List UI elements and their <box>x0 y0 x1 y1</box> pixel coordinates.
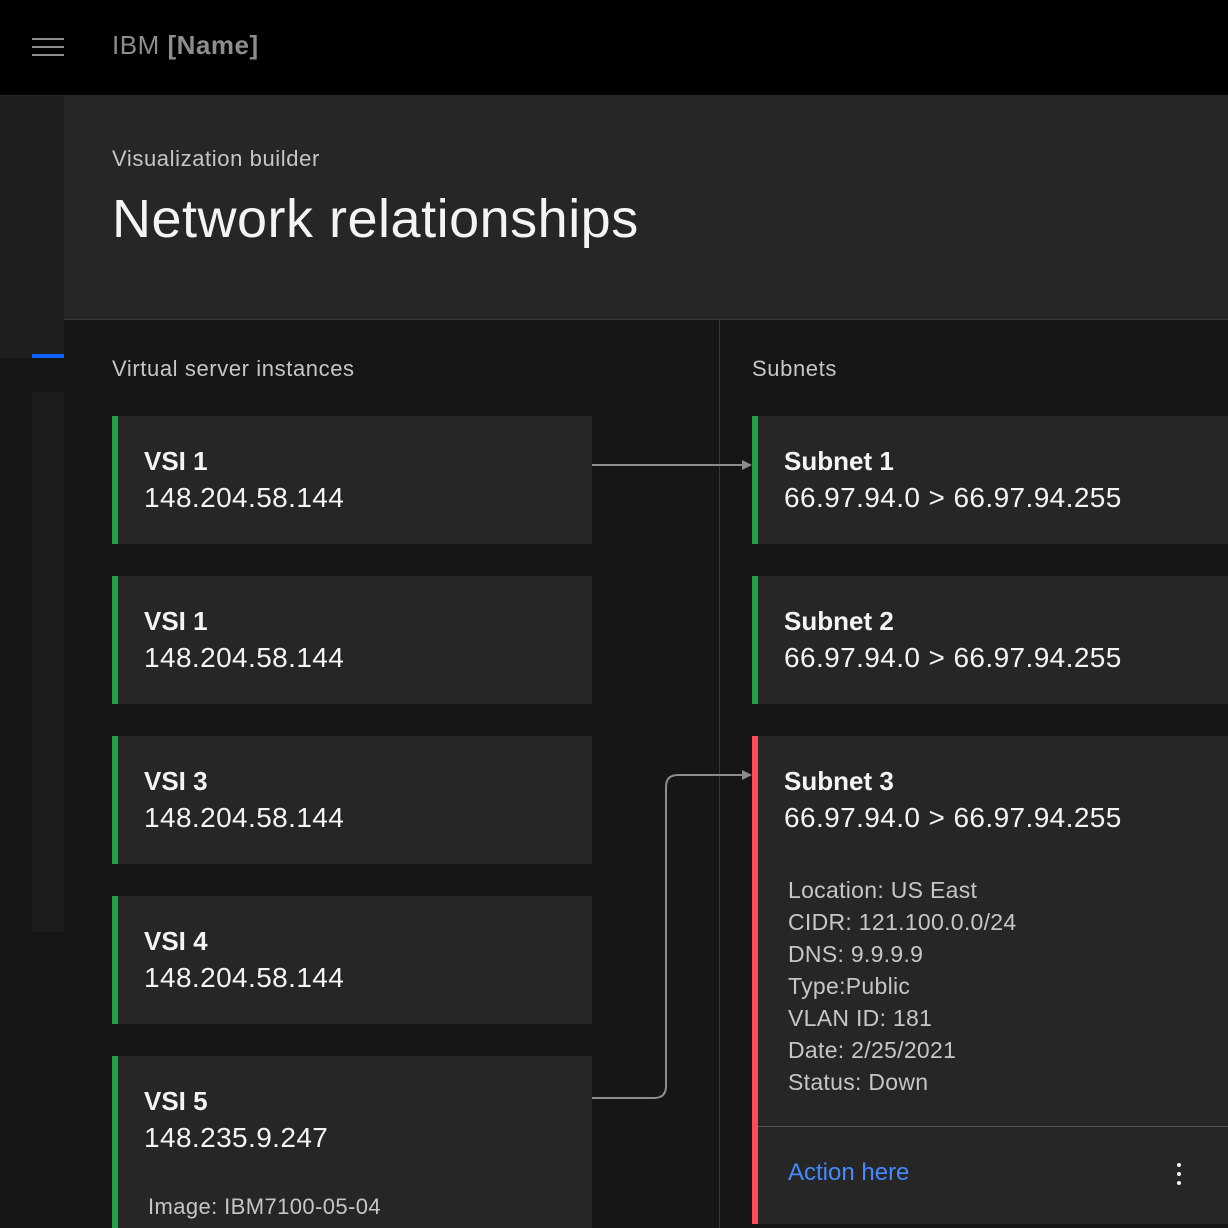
subnet-status: Status: Down <box>788 1069 929 1095</box>
background-tab-indicator <box>32 354 64 358</box>
subnet-date: Date: 2/25/2021 <box>788 1037 957 1063</box>
background-page <box>0 96 64 1228</box>
vsi-tile[interactable]: VSI 4 148.204.58.144 <box>112 896 592 1024</box>
app-page: IBM [Name] Visualization builder Network… <box>0 0 1228 1228</box>
vsi-name: VSI 1 <box>144 446 208 476</box>
subnet-vlan: VLAN ID: 181 <box>788 1005 933 1031</box>
action-link[interactable]: Action here <box>788 1159 909 1187</box>
vsi-ip: 148.204.58.144 <box>144 482 345 513</box>
subnet-name: Subnet 3 <box>784 766 894 796</box>
connector-vsi5-subnet3 <box>592 770 752 1099</box>
vsi-name: VSI 1 <box>144 606 208 636</box>
subnet-name: Subnet 2 <box>784 606 894 636</box>
vsi-column-title: Virtual server instances <box>112 356 355 381</box>
hamburger-menu-icon[interactable] <box>28 30 68 64</box>
vsi-name: VSI 4 <box>144 926 208 956</box>
subnet-details: Location: US East CIDR: 121.100.0.0/24 D… <box>788 874 1016 1098</box>
background-header-strip <box>0 96 64 358</box>
subnet-column-title: Subnets <box>752 356 837 381</box>
subnet-range: 66.97.94.0 > 66.97.94.255 <box>784 802 1122 833</box>
vsi-name: VSI 3 <box>144 766 208 796</box>
modal-header: Visualization builder Network relationsh… <box>64 96 1228 320</box>
vsi-tile[interactable]: VSI 1 148.204.58.144 <box>112 576 592 704</box>
subnet-name: Subnet 1 <box>784 446 894 476</box>
subnet-tile[interactable]: Subnet 1 66.97.94.0 > 66.97.94.255 <box>752 416 1228 544</box>
vsi-ip: 148.204.58.144 <box>144 962 345 993</box>
background-panel <box>32 392 64 932</box>
vsi-ip: 148.204.58.144 <box>144 802 345 833</box>
top-header: IBM [Name] <box>0 0 1228 96</box>
subnet-location: Location: US East <box>788 877 978 903</box>
vsi-name: VSI 5 <box>144 1086 208 1116</box>
brand-product-name: [Name] <box>167 30 259 60</box>
vsi-ip: 148.235.9.247 <box>144 1122 329 1153</box>
subnet-tile[interactable]: Subnet 2 66.97.94.0 > 66.97.94.255 <box>752 576 1228 704</box>
subnet-range: 66.97.94.0 > 66.97.94.255 <box>784 642 1122 673</box>
visualization-modal: Visualization builder Network relationsh… <box>64 96 1228 1228</box>
vsi-ip: 148.204.58.144 <box>144 642 345 673</box>
overflow-menu-vertical-icon[interactable] <box>1164 1157 1194 1191</box>
brand-name[interactable]: IBM [Name] <box>112 30 259 61</box>
brand-prefix: IBM <box>112 30 160 60</box>
subnet-dns: DNS: 9.9.9.9 <box>788 941 924 967</box>
subnet-cidr: CIDR: 121.100.0.0/24 <box>788 909 1017 935</box>
vsi-image: Image: IBM7100-05-04 <box>148 1194 382 1219</box>
modal-label: Visualization builder <box>112 146 320 171</box>
subnet-type: Type:Public <box>788 973 911 999</box>
subnet-tile-expanded[interactable]: Subnet 3 66.97.94.0 > 66.97.94.255 Locat… <box>752 736 1228 1224</box>
subnet-range: 66.97.94.0 > 66.97.94.255 <box>784 482 1122 513</box>
vsi-tile-expanded[interactable]: VSI 5 148.235.9.247 Image: IBM7100-05-04 <box>112 1056 592 1228</box>
modal-title: Network relationships <box>112 189 639 249</box>
subnet-tile-footer: Action here <box>758 1126 1228 1224</box>
vsi-tile[interactable]: VSI 1 148.204.58.144 <box>112 416 592 544</box>
column-divider <box>719 320 720 1228</box>
vsi-tile[interactable]: VSI 3 148.204.58.144 <box>112 736 592 864</box>
